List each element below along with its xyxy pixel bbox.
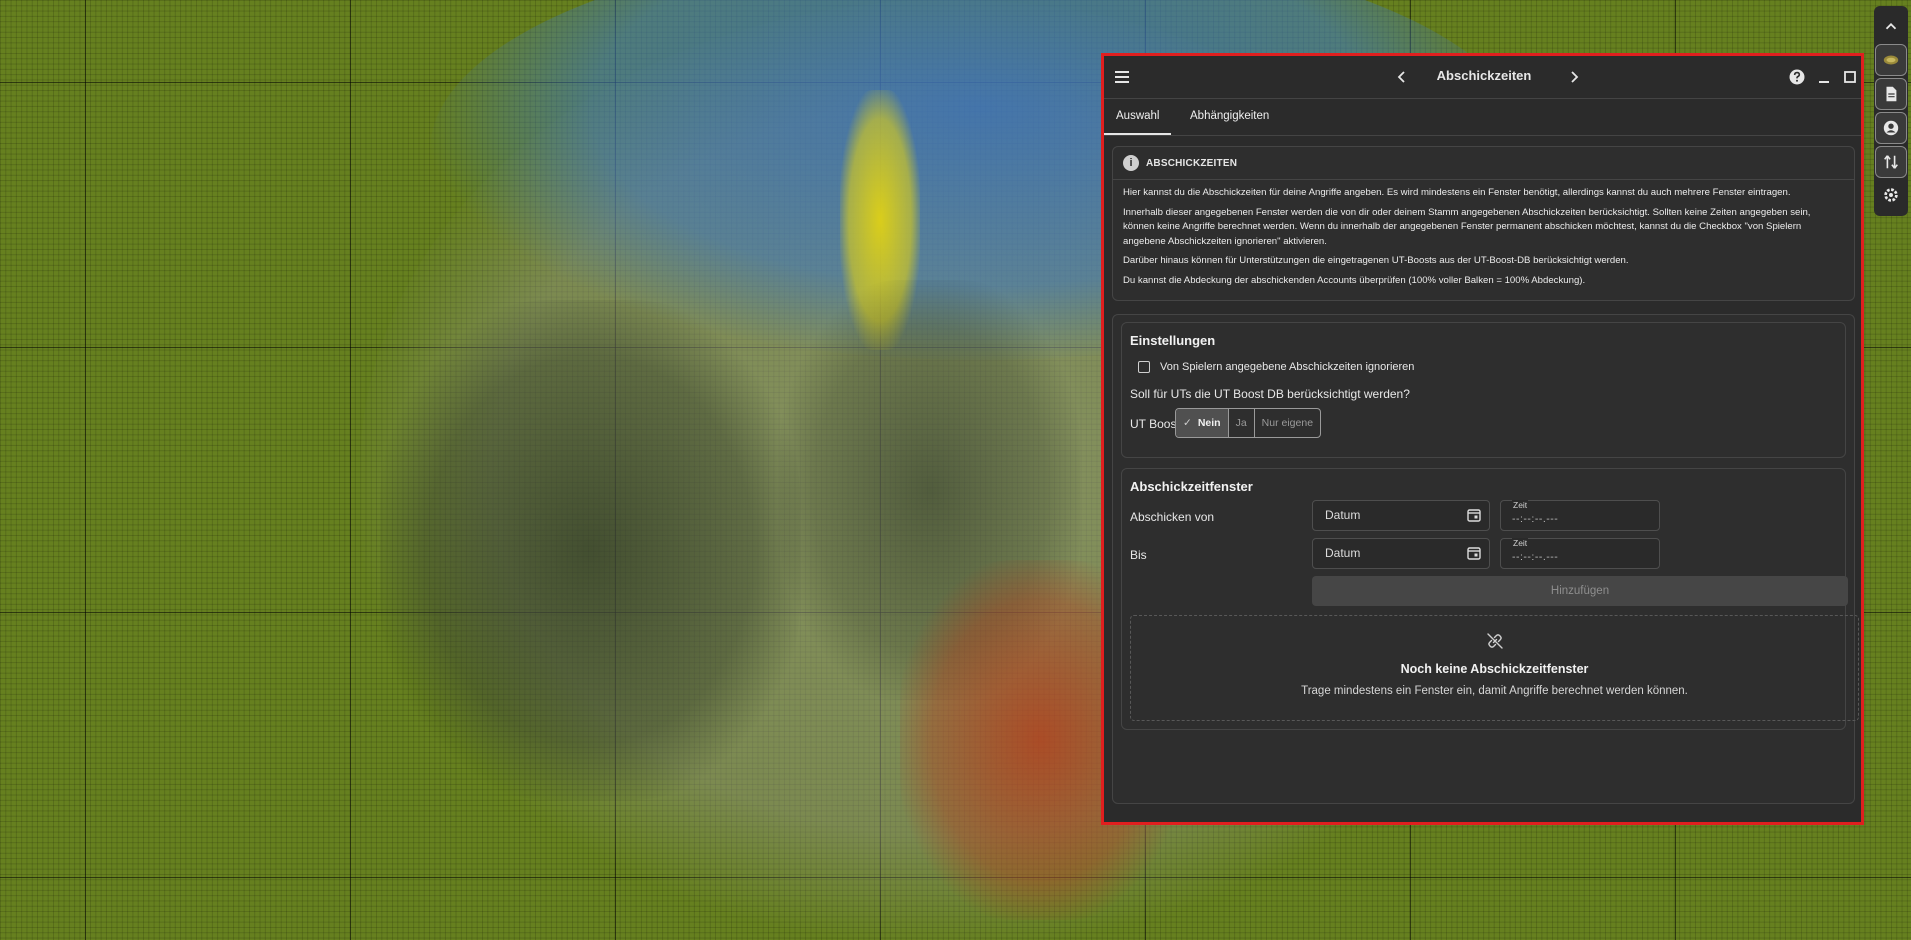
ut-option-label: Nein xyxy=(1197,417,1221,429)
link-off-icon xyxy=(1487,633,1503,649)
form-card: Einstellungen Von Spielern angegebene Ab… xyxy=(1112,314,1859,804)
ignore-times-checkbox[interactable] xyxy=(1138,361,1150,373)
empty-state: Noch keine Abschickzeitfenster Trage min… xyxy=(1130,615,1859,721)
time-label: Zeit xyxy=(1512,500,1529,510)
panel-header: Abschickzeiten xyxy=(1104,56,1861,99)
info-text: Hier kannst du die Abschickzeiten für de… xyxy=(1113,180,1854,288)
info-paragraph: Darüber hinaus können für Unterstützunge… xyxy=(1123,255,1629,266)
menu-icon[interactable] xyxy=(1108,63,1136,91)
from-date-input[interactable]: Datum xyxy=(1312,500,1490,531)
send-windows-card: Abschickzeitfenster Abschicken von Datum… xyxy=(1121,468,1859,730)
ignore-times-label: Von Spielern angegebene Abschickzeiten i… xyxy=(1160,361,1415,373)
to-date-input[interactable]: Datum xyxy=(1312,538,1490,569)
info-paragraph: Du kannst die Abdeckung der abschickende… xyxy=(1123,274,1586,286)
help-icon[interactable] xyxy=(1783,63,1811,91)
settings-title: Einstellungen xyxy=(1130,333,1216,348)
calendar-icon[interactable] xyxy=(1467,546,1481,560)
map-region-dark xyxy=(380,300,800,800)
from-label: Abschicken von xyxy=(1130,510,1215,524)
info-title: ABSCHICKZEITEN xyxy=(1146,157,1238,169)
gear-icon[interactable] xyxy=(1876,180,1906,210)
document-icon[interactable] xyxy=(1875,78,1907,110)
tab-abhaengigkeiten[interactable]: Abhängigkeiten xyxy=(1178,99,1281,135)
info-header: i ABSCHICKZEITEN xyxy=(1113,147,1854,180)
chevron-right-icon[interactable] xyxy=(1560,63,1588,91)
world-map-icon[interactable] xyxy=(1875,44,1907,76)
time-placeholder: --:--:--.--- xyxy=(1512,513,1559,525)
ut-boost-toggle-group: ✓ Nein Ja Nur eigene xyxy=(1175,408,1322,438)
info-card: i ABSCHICKZEITEN Hier kannst du die Absc… xyxy=(1112,146,1855,301)
maximize-icon[interactable] xyxy=(1836,63,1861,91)
date-placeholder: Datum xyxy=(1325,546,1361,560)
send-windows-title: Abschickzeitfenster xyxy=(1130,479,1253,494)
chevron-up-icon[interactable] xyxy=(1876,12,1906,42)
panel-title: Abschickzeiten xyxy=(1436,68,1532,83)
ut-boost-question: Soll für UTs die UT Boost DB berücksicht… xyxy=(1130,387,1410,401)
to-time-input[interactable]: Zeit --:--:--.--- xyxy=(1500,538,1660,569)
time-placeholder: --:--:--.--- xyxy=(1512,551,1559,563)
empty-state-title: Noch keine Abschickzeitfenster xyxy=(1400,662,1589,676)
info-paragraph: Innerhalb dieser angegebenen Fenster wer… xyxy=(1123,206,1811,247)
empty-state-text: Trage mindestens ein Fenster ein, damit … xyxy=(1301,685,1688,697)
from-time-input[interactable]: Zeit --:--:--.--- xyxy=(1500,500,1660,531)
time-label: Zeit xyxy=(1512,538,1529,548)
info-icon: i xyxy=(1123,155,1139,171)
check-icon: ✓ xyxy=(1183,417,1192,429)
ut-option-nein[interactable]: ✓ Nein xyxy=(1176,409,1228,437)
settings-card: Einstellungen Von Spielern angegebene Ab… xyxy=(1121,322,1846,458)
ignore-times-option[interactable]: Von Spielern angegebene Abschickzeiten i… xyxy=(1130,361,1414,373)
to-label: Bis xyxy=(1130,548,1147,562)
ut-option-ja[interactable]: Ja xyxy=(1227,409,1254,437)
info-paragraph: Hier kannst du die Abschickzeiten für de… xyxy=(1123,187,1791,198)
date-placeholder: Datum xyxy=(1325,508,1361,522)
ut-option-nur-eigene[interactable]: Nur eigene xyxy=(1253,409,1320,437)
calendar-icon[interactable] xyxy=(1467,508,1481,522)
tab-auswahl[interactable]: Auswahl xyxy=(1104,99,1172,135)
right-toolbar xyxy=(1874,6,1908,216)
send-times-panel: Abschickzeiten Auswahl Abhängigkeiten i … xyxy=(1101,53,1864,825)
transfer-icon[interactable] xyxy=(1875,146,1907,178)
tab-bar: Auswahl Abhängigkeiten xyxy=(1104,99,1861,136)
ut-boost-label: UT Boost xyxy=(1130,417,1180,431)
minimize-icon[interactable] xyxy=(1810,63,1838,91)
add-window-button[interactable]: Hinzufügen xyxy=(1312,576,1848,606)
user-icon[interactable] xyxy=(1875,112,1907,144)
